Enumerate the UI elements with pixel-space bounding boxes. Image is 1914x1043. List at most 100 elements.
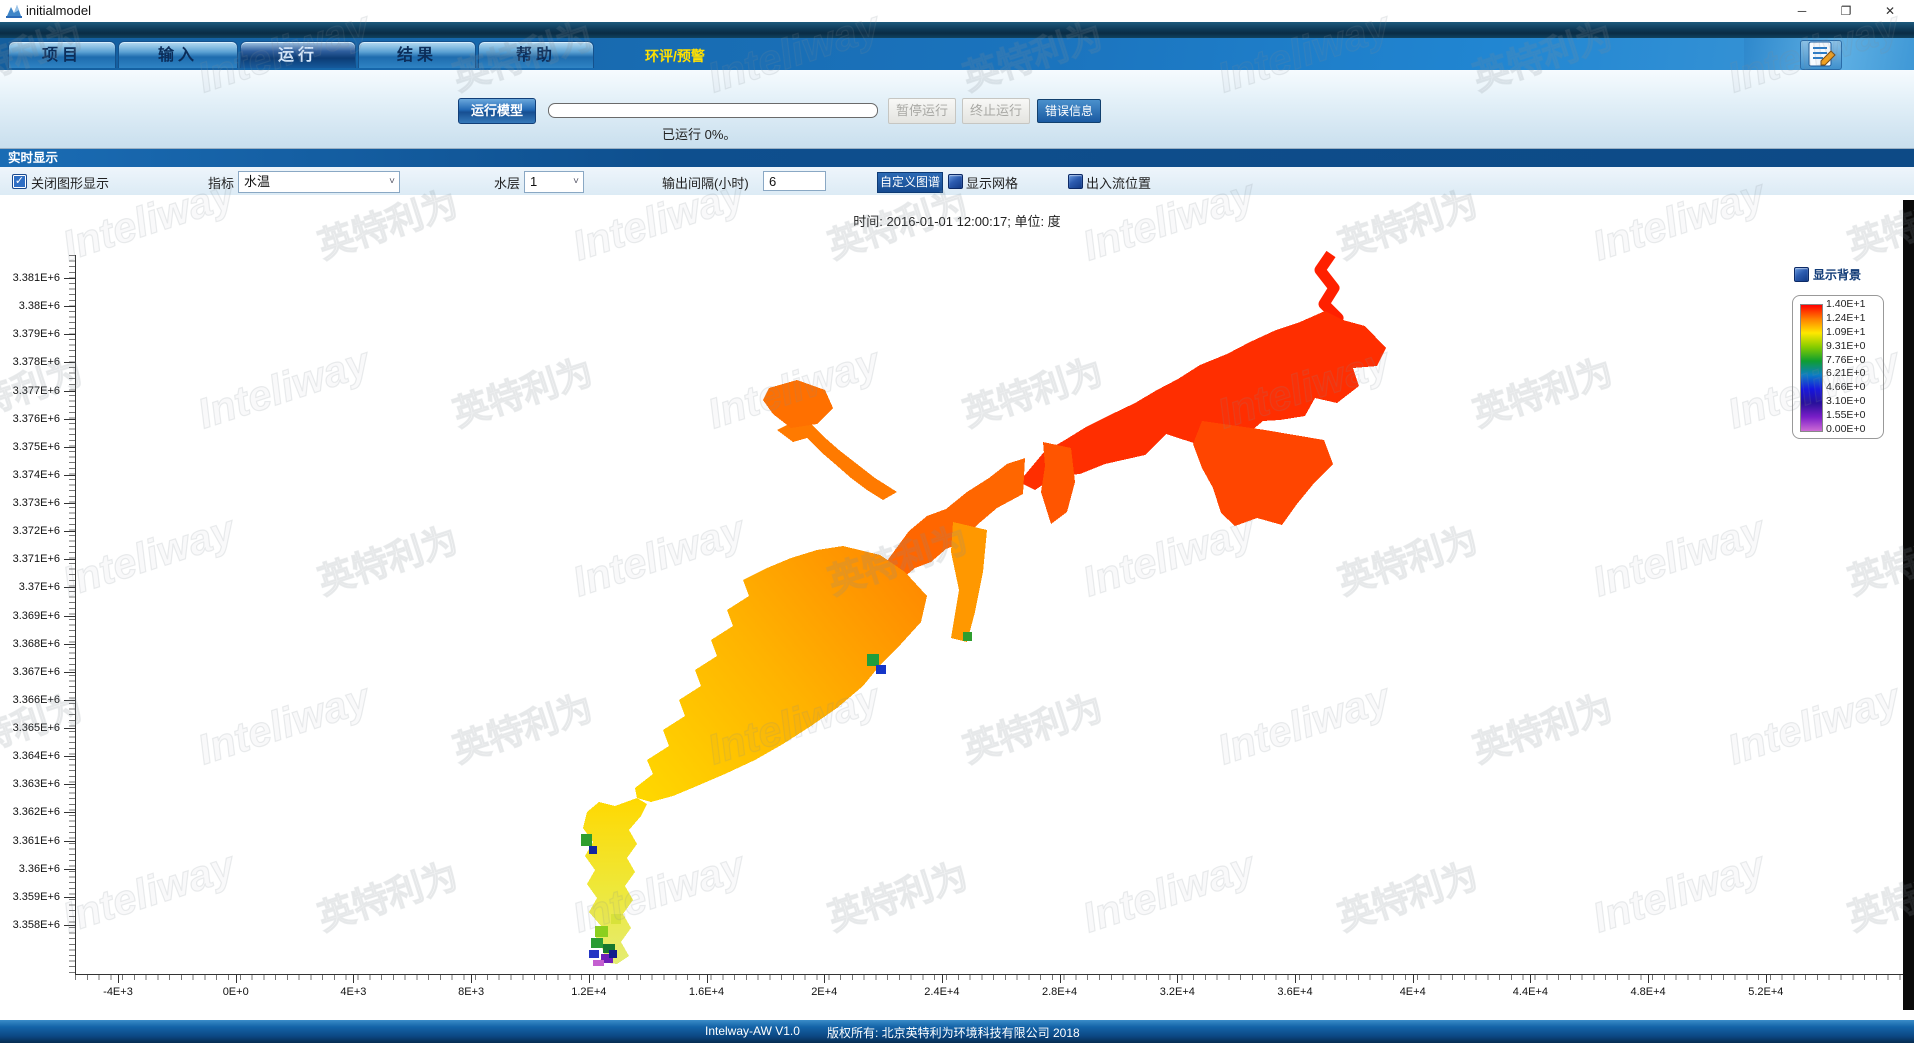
y-tick-mark xyxy=(64,672,75,673)
custom-map-button[interactable]: 自定义图谱 xyxy=(877,172,943,193)
chevron-down-icon: ˅ xyxy=(573,172,579,192)
x-tick-label: 8E+3 xyxy=(439,986,503,998)
x-tick-mark xyxy=(1648,974,1649,983)
y-tick-label: 3.379E+6 xyxy=(4,328,60,340)
show-background-checkbox[interactable] xyxy=(1794,267,1809,282)
x-tick-label: 3.6E+4 xyxy=(1263,986,1327,998)
progress-bar xyxy=(548,103,878,118)
y-tick-mark xyxy=(64,531,75,532)
legend-value: 3.10E+0 xyxy=(1826,396,1880,407)
notepad-icon[interactable] xyxy=(1800,40,1842,70)
layer-label: 水层 xyxy=(494,173,520,192)
y-tick-mark xyxy=(64,644,75,645)
y-tick-label: 3.36E+6 xyxy=(4,863,60,875)
map-speck xyxy=(595,926,608,937)
y-tick-label: 3.372E+6 xyxy=(4,525,60,537)
x-tick-label: 1.6E+4 xyxy=(675,986,739,998)
map-speck xyxy=(589,846,597,854)
tab-2[interactable]: 运行 xyxy=(240,41,356,68)
interval-input[interactable] xyxy=(763,171,826,191)
y-tick-label: 3.377E+6 xyxy=(4,385,60,397)
run-model-button[interactable]: 运行模型 xyxy=(458,98,536,124)
map-speck xyxy=(589,950,599,958)
color-scale-values: 1.40E+11.24E+11.09E+19.31E+07.76E+06.21E… xyxy=(1826,299,1880,435)
y-tick-label: 3.367E+6 xyxy=(4,666,60,678)
env-warning-label[interactable]: 环评/预警 xyxy=(645,46,705,66)
x-tick-label: 4.4E+4 xyxy=(1498,986,1562,998)
minimize-icon[interactable]: ─ xyxy=(1780,0,1824,22)
x-tick-mark xyxy=(1530,974,1531,983)
color-scale-legend: 1.40E+11.24E+11.09E+19.31E+07.76E+06.21E… xyxy=(1792,295,1884,439)
map-speck xyxy=(611,914,621,924)
y-tick-mark xyxy=(64,278,75,279)
map-region-red-lobe xyxy=(1193,421,1333,526)
map-speck xyxy=(876,665,886,674)
title-bar: initialmodel ─ ❐ ✕ xyxy=(0,0,1914,22)
map-speck xyxy=(963,632,972,641)
maximize-icon[interactable]: ❐ xyxy=(1824,0,1868,22)
error-info-button[interactable]: 错误信息 xyxy=(1037,99,1101,123)
realtime-section-header: 实时显示 xyxy=(0,148,1914,168)
x-tick-label: 4E+4 xyxy=(1381,986,1445,998)
map-speck xyxy=(867,654,879,666)
map-speck xyxy=(593,960,604,966)
x-axis-line xyxy=(75,974,1905,975)
inout-flow-checkbox[interactable] xyxy=(1068,174,1083,189)
x-tick-mark xyxy=(1177,974,1178,983)
realtime-control-row: ✓ 关闭图形显示 指标 水温 ˅ 水层 1 ˅ 输出间隔(小时) 自定义图谱 显… xyxy=(0,167,1914,195)
time-label: 时间: 2016-01-01 12:00:17; 单位: 度 xyxy=(0,211,1914,230)
legend-value: 1.40E+1 xyxy=(1826,299,1880,310)
x-tick-label: 2E+4 xyxy=(792,986,856,998)
x-tick-mark xyxy=(824,974,825,983)
y-tick-label: 3.363E+6 xyxy=(4,778,60,790)
show-grid-checkbox[interactable] xyxy=(948,174,963,189)
legend-value: 4.66E+0 xyxy=(1826,382,1880,393)
y-tick-label: 3.371E+6 xyxy=(4,553,60,565)
chart-right-edge xyxy=(1903,200,1914,1010)
status-bar: Intelway-AW V1.0 版权所有: 北京英特利为环境科技有限公司 20… xyxy=(0,1020,1914,1043)
close-graphics-checkbox[interactable]: ✓ xyxy=(12,174,27,189)
y-tick-mark xyxy=(64,700,75,701)
x-tick-label: 4E+3 xyxy=(321,986,385,998)
map-speck xyxy=(609,950,617,958)
x-tick-label: 2.4E+4 xyxy=(910,986,974,998)
map-chart-panel: 时间: 2016-01-01 12:00:17; 单位: 度 3.381E+63… xyxy=(0,195,1914,1020)
x-tick-mark xyxy=(1060,974,1061,983)
map-speck xyxy=(581,834,592,846)
y-tick-mark xyxy=(64,362,75,363)
pause-run-button[interactable]: 暂停运行 xyxy=(888,98,956,124)
x-tick-mark xyxy=(1295,974,1296,983)
tab-1[interactable]: 输入 xyxy=(118,41,238,68)
close-icon[interactable]: ✕ xyxy=(1868,0,1912,22)
y-tick-label: 3.375E+6 xyxy=(4,441,60,453)
indicator-select[interactable]: 水温 ˅ xyxy=(238,171,400,193)
x-tick-label: 5.2E+4 xyxy=(1734,986,1798,998)
show-background-label: 显示背景 xyxy=(1813,266,1861,283)
realtime-header-label: 实时显示 xyxy=(8,149,58,168)
window-title: initialmodel xyxy=(26,3,91,18)
map-region-up-strip xyxy=(1041,442,1075,524)
chevron-down-icon: ˅ xyxy=(389,172,395,192)
map-region-left-branch-cluster xyxy=(763,380,833,428)
y-tick-mark xyxy=(64,812,75,813)
y-tick-mark xyxy=(64,897,75,898)
x-tick-label: 3.2E+4 xyxy=(1145,986,1209,998)
color-scale-bar xyxy=(1800,304,1823,432)
y-tick-label: 3.365E+6 xyxy=(4,722,60,734)
y-tick-mark xyxy=(64,306,75,307)
tab-0[interactable]: 项目 xyxy=(8,41,116,68)
tab-3[interactable]: 结果 xyxy=(358,41,476,68)
y-tick-mark xyxy=(64,587,75,588)
tab-4[interactable]: 帮助 xyxy=(478,41,594,68)
legend-value: 6.21E+0 xyxy=(1826,368,1880,379)
menu-ribbon: 项目输入运行结果帮助 环评/预警 xyxy=(0,38,1914,71)
y-tick-label: 3.361E+6 xyxy=(4,835,60,847)
y-tick-mark xyxy=(64,391,75,392)
x-tick-label: 1.2E+4 xyxy=(557,986,621,998)
y-tick-mark xyxy=(64,616,75,617)
stop-run-button[interactable]: 终止运行 xyxy=(962,98,1030,124)
layer-select[interactable]: 1 ˅ xyxy=(524,171,584,193)
y-tick-label: 3.378E+6 xyxy=(4,356,60,368)
legend-value: 7.76E+0 xyxy=(1826,355,1880,366)
x-tick-mark xyxy=(589,974,590,983)
